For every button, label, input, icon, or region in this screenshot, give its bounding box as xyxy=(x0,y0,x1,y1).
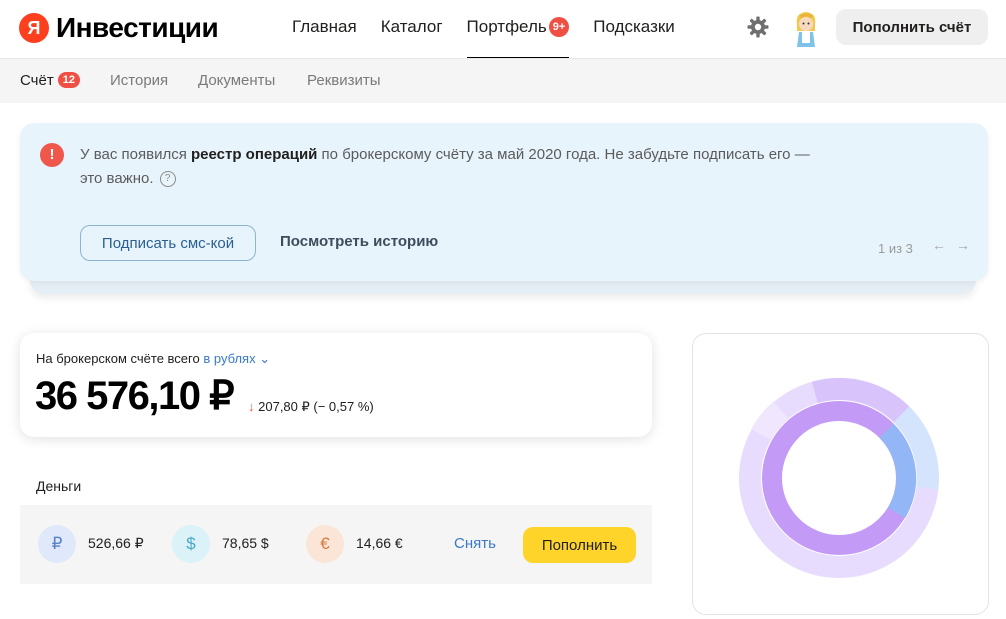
notice-card: ! У вас появился реестр операций по брок… xyxy=(20,123,988,281)
tab-label: Реквизиты xyxy=(307,72,381,89)
nav-item-portfolio[interactable]: Портфель 9+ xyxy=(466,0,570,59)
tab-label: Документы xyxy=(198,72,276,89)
top-up-button[interactable]: Пополнить xyxy=(523,527,636,563)
dollar-value: 78,65 $ xyxy=(222,535,269,551)
header: Я Инвестиции Главная Каталог Портфель 9+ … xyxy=(0,0,1006,59)
nav-label: Главная xyxy=(292,17,357,36)
tab-documents[interactable]: Документы xyxy=(198,59,275,103)
chevron-down-icon: ⌄ xyxy=(259,351,271,366)
tab-requisites[interactable]: Реквизиты xyxy=(307,59,381,103)
nav-item-catalog[interactable]: Каталог xyxy=(381,0,443,58)
withdraw-link[interactable]: Снять xyxy=(454,535,496,552)
arrow-right-icon[interactable]: → xyxy=(956,237,970,253)
notice-text: У вас появился реестр операций по брокер… xyxy=(80,146,810,188)
donut-inner-ring xyxy=(762,401,916,555)
count-badge: 12 xyxy=(57,72,80,89)
balance-card: На брокерском счёте всего в рублях ⌄ 36 … xyxy=(20,333,652,437)
logo[interactable]: Я Инвестиции xyxy=(19,12,219,44)
sign-sms-button[interactable]: Подписать смс-кой xyxy=(80,225,256,261)
euro-value: 14,66 € xyxy=(356,535,403,551)
info-icon: ! xyxy=(40,143,64,167)
notice-pager: 1 из 3 xyxy=(878,241,913,256)
euro-icon: € xyxy=(306,525,344,563)
balance-amount: 36 576,10 ₽ xyxy=(35,374,235,418)
donut-outer-segment xyxy=(751,401,789,440)
question-icon[interactable]: ? xyxy=(159,171,176,188)
portfolio-donut-chart[interactable] xyxy=(693,334,988,614)
ruble-icon: ₽ xyxy=(38,525,76,563)
portfolio-chart-card xyxy=(692,333,989,615)
ruble-value: 526,66 ₽ xyxy=(88,535,144,551)
money-row: ₽ 526,66 ₽ $ 78,65 $ € 14,66 € Снять Поп… xyxy=(20,505,652,584)
view-history-link[interactable]: Посмотреть историю xyxy=(280,233,438,250)
arrow-left-icon[interactable]: ← xyxy=(932,237,946,253)
nav-label: Подсказки xyxy=(593,17,675,36)
balance-label: На брокерском счёте всего в рублях ⌄ xyxy=(36,351,271,366)
main-nav: Главная Каталог Портфель 9+ Подсказки xyxy=(292,0,699,59)
arrow-down-icon: ↓ xyxy=(248,399,255,414)
money-title: Деньги xyxy=(36,478,82,494)
gear-icon[interactable] xyxy=(746,15,770,39)
nav-label: Портфель xyxy=(466,17,547,36)
nav-item-home[interactable]: Главная xyxy=(292,0,357,58)
donut-inner-segment xyxy=(879,423,917,518)
logo-text: Инвестиции xyxy=(56,12,219,43)
sub-nav: Счёт 12 История Документы Реквизиты xyxy=(0,58,1006,103)
tab-history[interactable]: История xyxy=(110,59,168,103)
user-avatar[interactable] xyxy=(791,9,821,49)
tab-label: История xyxy=(110,72,169,89)
top-up-account-button[interactable]: Пополнить счёт xyxy=(836,9,988,45)
nav-item-tips[interactable]: Подсказки xyxy=(593,0,675,58)
balance-change: ↓ 207,80 ₽ (− 0,57 %) xyxy=(248,399,374,414)
tab-label: Счёт xyxy=(20,72,54,89)
notification-badge: 9+ xyxy=(548,16,570,37)
nav-label: Каталог xyxy=(380,17,443,36)
tab-account[interactable]: Счёт 12 xyxy=(20,59,80,103)
currency-selector[interactable]: в рублях ⌄ xyxy=(203,351,270,366)
yandex-logo-icon: Я xyxy=(19,13,49,43)
notice-bold-text: реестр операций xyxy=(190,146,318,163)
dollar-icon: $ xyxy=(172,525,210,563)
